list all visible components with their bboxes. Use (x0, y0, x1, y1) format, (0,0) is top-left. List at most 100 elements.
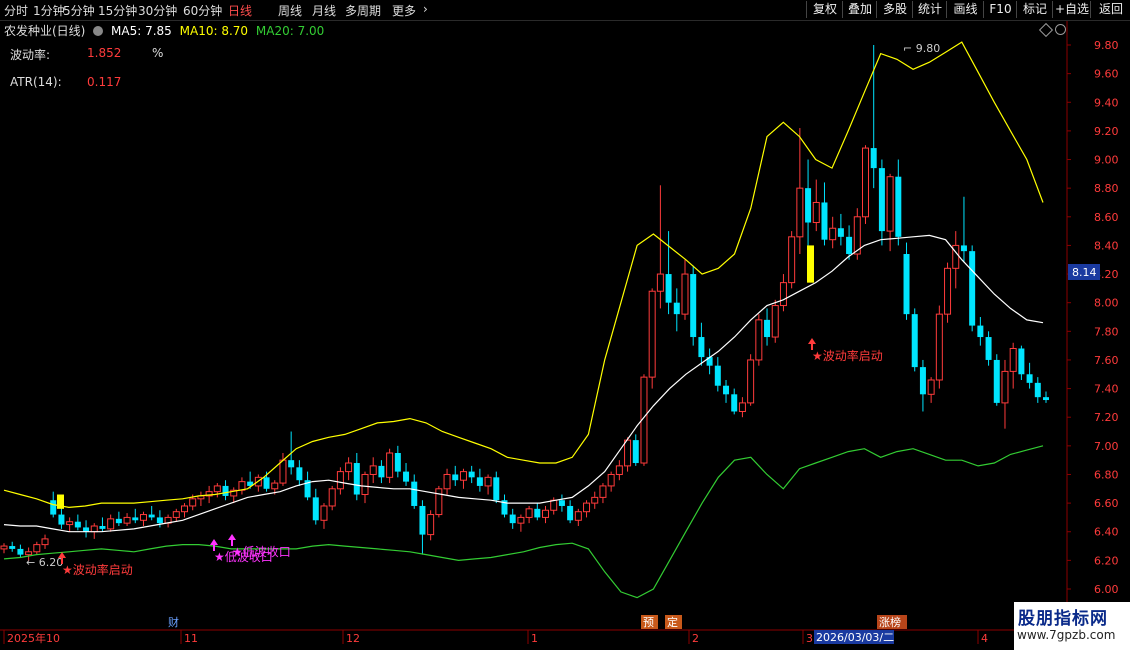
candle[interactable] (0, 543, 8, 554)
candle[interactable] (435, 485, 443, 518)
candle[interactable] (1001, 359, 1009, 429)
candle[interactable] (829, 216, 837, 249)
toolbar-button-1[interactable]: 叠加 (842, 1, 877, 18)
candle[interactable] (903, 242, 910, 320)
toolbar-button-5[interactable]: F10 (983, 1, 1017, 18)
candle[interactable] (977, 317, 984, 346)
candle[interactable] (197, 491, 205, 506)
toolbar-button-7[interactable]: +自选 (1052, 1, 1091, 18)
candle[interactable] (805, 159, 812, 246)
candle[interactable] (509, 508, 516, 529)
candle[interactable] (517, 514, 525, 532)
period-tab-4[interactable]: 30分钟 (138, 2, 177, 19)
candle[interactable] (665, 231, 672, 315)
candle[interactable] (296, 460, 303, 486)
candle[interactable] (615, 460, 623, 481)
candle[interactable] (123, 513, 131, 527)
candle[interactable] (796, 128, 804, 255)
period-tab-5[interactable]: 60分钟 (183, 2, 222, 19)
candle[interactable] (698, 322, 705, 366)
candle[interactable] (960, 196, 967, 263)
candle[interactable] (574, 508, 582, 527)
toolbar-button-2[interactable]: 多股 (876, 1, 913, 18)
candle[interactable] (33, 541, 41, 555)
candle[interactable] (591, 491, 599, 509)
candle[interactable] (985, 331, 992, 366)
candle[interactable] (599, 483, 607, 504)
candle[interactable] (83, 520, 90, 538)
candle[interactable] (66, 517, 74, 532)
candle[interactable] (238, 477, 246, 495)
candle[interactable] (788, 231, 796, 289)
candle[interactable] (706, 348, 713, 375)
candle[interactable] (139, 511, 147, 527)
period-tab-10[interactable]: 更多 (392, 2, 416, 19)
candle[interactable] (353, 453, 360, 501)
toolbar-button-0[interactable]: 复权 (806, 1, 843, 18)
candle[interactable] (935, 305, 943, 389)
candle[interactable] (812, 179, 820, 232)
candle[interactable] (1018, 345, 1025, 380)
candle[interactable] (1009, 342, 1017, 389)
candle[interactable] (1034, 377, 1041, 403)
candle[interactable] (394, 445, 401, 478)
candle[interactable] (911, 308, 918, 372)
candle[interactable] (328, 485, 336, 511)
candle[interactable] (861, 145, 869, 224)
candle[interactable] (779, 274, 787, 312)
toolbar-button-6[interactable]: 标记 (1016, 1, 1053, 18)
candle[interactable] (230, 487, 238, 504)
candle[interactable] (107, 514, 115, 532)
candle[interactable] (821, 182, 828, 246)
period-tab-8[interactable]: 月线 (312, 2, 336, 19)
toolbar-button-8[interactable]: 返回 (1090, 1, 1130, 18)
candle[interactable] (58, 505, 65, 529)
candle[interactable] (690, 265, 697, 346)
candle[interactable] (681, 259, 689, 320)
candle[interactable] (771, 299, 779, 343)
candle[interactable] (213, 483, 221, 498)
candle[interactable] (115, 511, 122, 527)
candle[interactable] (632, 434, 639, 466)
candle[interactable] (41, 534, 49, 549)
candle[interactable] (386, 448, 394, 484)
candle[interactable] (714, 357, 721, 392)
candle[interactable] (443, 468, 451, 495)
candle[interactable] (944, 262, 952, 323)
candle[interactable] (542, 505, 550, 524)
candle[interactable] (731, 388, 738, 415)
candle[interactable] (534, 503, 541, 521)
candle[interactable] (895, 159, 902, 246)
candle[interactable] (74, 514, 81, 531)
candle[interactable] (484, 474, 492, 495)
candle[interactable] (755, 314, 763, 366)
candle[interactable] (919, 359, 926, 412)
candle[interactable] (837, 213, 844, 246)
candle[interactable] (747, 354, 755, 406)
candle[interactable] (222, 480, 229, 501)
candle[interactable] (345, 457, 353, 481)
candle[interactable] (9, 541, 16, 552)
candle[interactable] (648, 288, 656, 389)
candle[interactable] (419, 500, 426, 555)
period-tab-6[interactable]: 日线 (228, 2, 252, 19)
candle[interactable] (493, 471, 500, 504)
candle[interactable] (320, 503, 328, 529)
candle[interactable] (172, 508, 180, 522)
candle[interactable] (1043, 391, 1049, 403)
candle[interactable] (411, 474, 418, 509)
candle[interactable] (99, 517, 106, 532)
candle[interactable] (952, 231, 960, 289)
candle[interactable] (459, 468, 467, 489)
chevron-right-icon[interactable]: › (423, 2, 428, 16)
candle[interactable] (673, 288, 680, 332)
candle[interactable] (1026, 362, 1033, 389)
settings-icon[interactable] (93, 26, 104, 36)
candle[interactable] (607, 471, 615, 492)
candle[interactable] (378, 460, 385, 484)
candle[interactable] (567, 500, 574, 524)
period-tab-0[interactable]: 分时 (4, 2, 28, 19)
candle[interactable] (525, 505, 533, 524)
candle[interactable] (181, 503, 189, 518)
candle[interactable] (656, 185, 664, 309)
